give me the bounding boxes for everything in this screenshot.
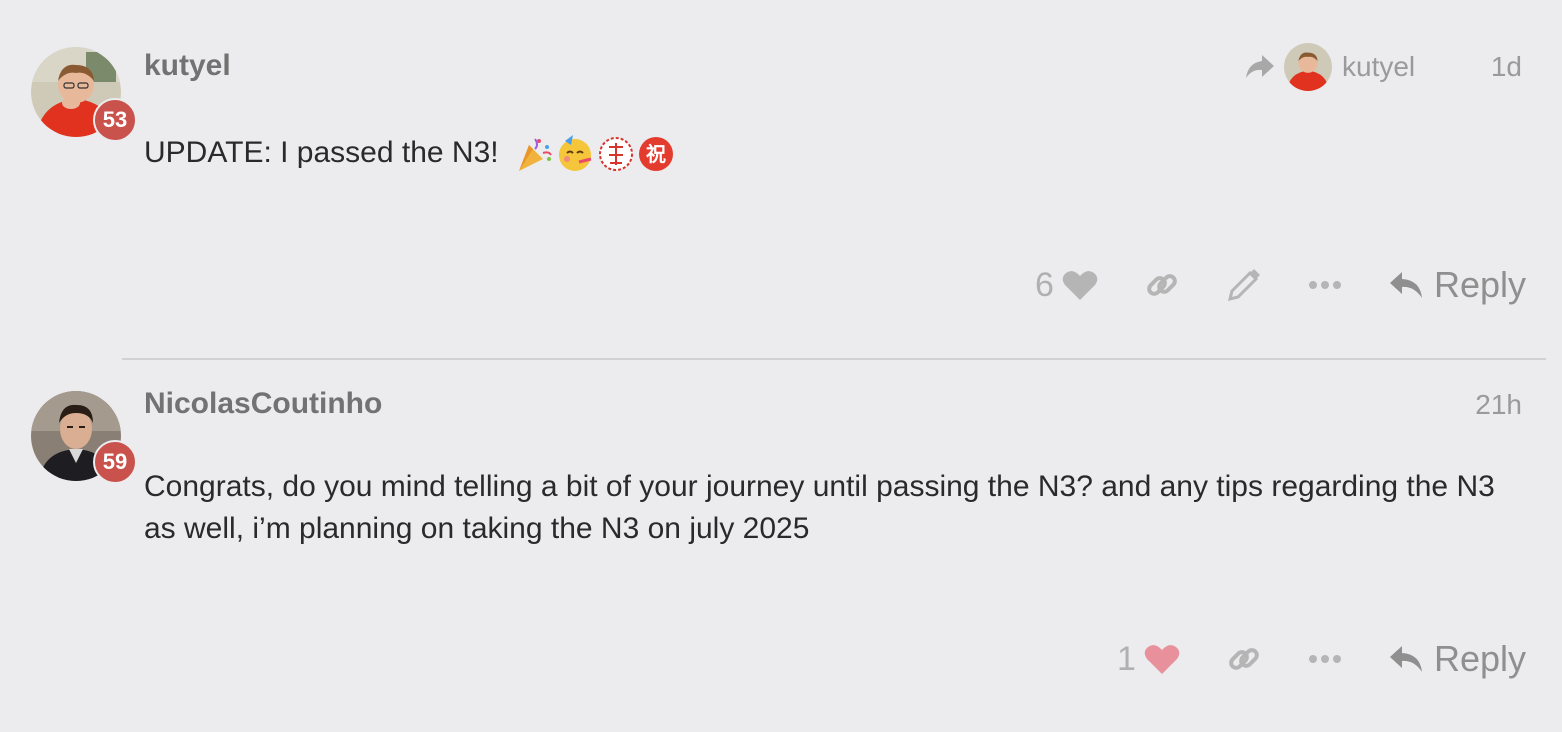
ellipsis-icon[interactable] bbox=[1308, 654, 1342, 664]
reply-label: Reply bbox=[1433, 264, 1526, 305]
reply-to-avatar bbox=[1284, 43, 1332, 91]
link-icon[interactable] bbox=[1144, 267, 1180, 303]
post-timestamp[interactable]: 21h bbox=[1475, 389, 1522, 421]
post-body: UPDATE: I passed the N3! 祝 bbox=[144, 132, 677, 174]
svg-text:祝: 祝 bbox=[646, 142, 666, 166]
post-kutyel: 53 kutyel kutyel 1d UPDATE: I passed the… bbox=[0, 0, 1562, 358]
like-action[interactable]: 6 bbox=[1035, 266, 1098, 305]
japanese-congratulations-button-icon: 祝 bbox=[638, 137, 673, 172]
post-text: UPDATE: I passed the N3! bbox=[144, 136, 499, 169]
trust-level-badge-2: 59 bbox=[93, 440, 137, 484]
username[interactable]: kutyel bbox=[144, 49, 231, 83]
japanese-secret-button-icon bbox=[598, 137, 633, 172]
ellipsis-icon[interactable] bbox=[1308, 280, 1342, 290]
like-count: 6 bbox=[1035, 265, 1054, 304]
share-arrow-icon bbox=[1246, 55, 1274, 78]
reply-button[interactable]: Reply bbox=[1388, 638, 1526, 680]
pencil-icon[interactable] bbox=[1226, 267, 1262, 303]
party-popper-icon bbox=[518, 138, 552, 172]
partying-face-icon bbox=[558, 135, 592, 172]
reply-arrow-icon bbox=[1389, 272, 1422, 298]
reply-button[interactable]: Reply bbox=[1388, 264, 1526, 306]
reply-label: Reply bbox=[1433, 638, 1526, 679]
reply-arrow-icon bbox=[1389, 646, 1422, 672]
copy-link-action[interactable] bbox=[1144, 267, 1180, 303]
post-actions: 6 Reply bbox=[1035, 264, 1526, 306]
post-timestamp[interactable]: 1d bbox=[1491, 51, 1522, 83]
like-action[interactable]: 1 bbox=[1117, 640, 1180, 679]
emoji-group: 祝 bbox=[515, 135, 677, 173]
username[interactable]: NicolasCoutinho bbox=[144, 387, 382, 421]
post-actions: 1 Reply bbox=[1117, 638, 1526, 680]
heart-icon[interactable] bbox=[1144, 643, 1180, 675]
link-icon[interactable] bbox=[1226, 641, 1262, 677]
post-body: Congrats, do you mind telling a bit of y… bbox=[144, 470, 1495, 545]
more-actions[interactable] bbox=[1308, 654, 1342, 664]
heart-icon[interactable] bbox=[1062, 269, 1098, 301]
trust-level-badge: 53 bbox=[93, 98, 137, 142]
reply-to-indicator[interactable]: kutyel bbox=[1244, 43, 1415, 91]
edit-action[interactable] bbox=[1226, 267, 1262, 303]
post-nicolascoutinho: NicolasCoutinho 21h Congrats, do you min… bbox=[0, 360, 1562, 732]
reply-to-username: kutyel bbox=[1342, 51, 1416, 82]
more-actions[interactable] bbox=[1308, 280, 1342, 290]
copy-link-action[interactable] bbox=[1226, 641, 1262, 677]
like-count: 1 bbox=[1117, 639, 1136, 678]
